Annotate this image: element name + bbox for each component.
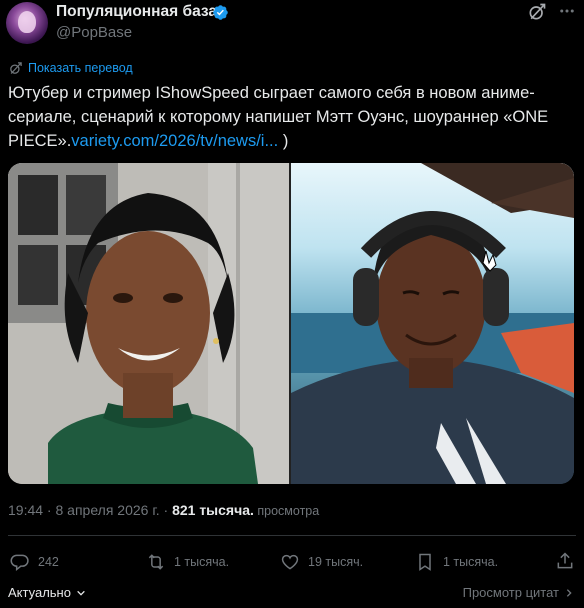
share-icon[interactable] — [555, 551, 575, 571]
sort-dropdown[interactable]: Актуально — [8, 585, 86, 600]
views-label: просмотра — [253, 504, 320, 518]
meta-separator: · — [159, 502, 173, 518]
chevron-right-icon — [566, 588, 572, 597]
bookmark-icon — [419, 553, 431, 571]
bookmark-count: 1 тысяча. — [443, 555, 499, 569]
replies-bar: Актуально Просмотр цитат — [8, 585, 578, 603]
avatar[interactable] — [6, 2, 48, 44]
repost-count: 1 тысяча. — [174, 555, 230, 569]
tweet-time[interactable]: 19:44 — [8, 502, 43, 518]
heart-icon — [281, 554, 299, 570]
grok-icon[interactable] — [527, 2, 547, 22]
bookmark-button[interactable]: 1 тысяча. — [415, 551, 498, 573]
quotes-label: Просмотр цитат — [462, 585, 559, 600]
media-grid — [8, 163, 574, 484]
photo-right[interactable] — [291, 163, 574, 484]
translate-icon — [10, 61, 22, 74]
divider — [8, 535, 576, 536]
translate-label: Показать перевод — [28, 61, 133, 75]
action-bar: 242 1 тысяча. 19 тысяч. 1 тысяча. — [8, 551, 576, 575]
reply-button[interactable]: 242 — [10, 551, 59, 573]
author-handle[interactable]: @PopBase — [56, 24, 132, 41]
translate-button[interactable]: Показать перевод — [8, 60, 133, 76]
tweet-text: Ютубер и стример IShowSpeed сыграет само… — [8, 81, 580, 153]
more-options-icon[interactable] — [556, 2, 578, 22]
repost-icon — [148, 554, 164, 570]
reply-count: 242 — [38, 555, 59, 569]
chevron-down-icon — [77, 590, 85, 596]
like-button[interactable]: 19 тысяч. — [280, 551, 363, 573]
author-name[interactable]: Популяционная база — [56, 3, 217, 21]
verified-badge-icon — [213, 5, 228, 20]
photo-left-image — [8, 163, 289, 484]
sort-label: Актуально — [8, 585, 71, 600]
view-quotes-link[interactable]: Просмотр цитат — [463, 585, 574, 600]
tweet-post: Популяционная база @PopBase Показать пер… — [0, 0, 584, 608]
photo-left[interactable] — [8, 163, 289, 484]
tweet-meta: 19:44 · 8 апреля 2026 г. · 821 тысяча. п… — [8, 502, 319, 518]
tweet-text-end: ) — [278, 132, 289, 150]
repost-button[interactable]: 1 тысяча. — [146, 551, 229, 573]
meta-separator: · — [43, 502, 56, 518]
like-count: 19 тысяч. — [308, 555, 364, 569]
reply-icon — [10, 554, 29, 572]
tweet-link[interactable]: variety.com/2026/tv/news/i... — [71, 132, 278, 150]
tweet-date[interactable]: 8 апреля 2026 г. — [56, 502, 160, 518]
views-count: 821 тысяча. — [172, 502, 254, 518]
photo-right-image — [291, 163, 574, 484]
